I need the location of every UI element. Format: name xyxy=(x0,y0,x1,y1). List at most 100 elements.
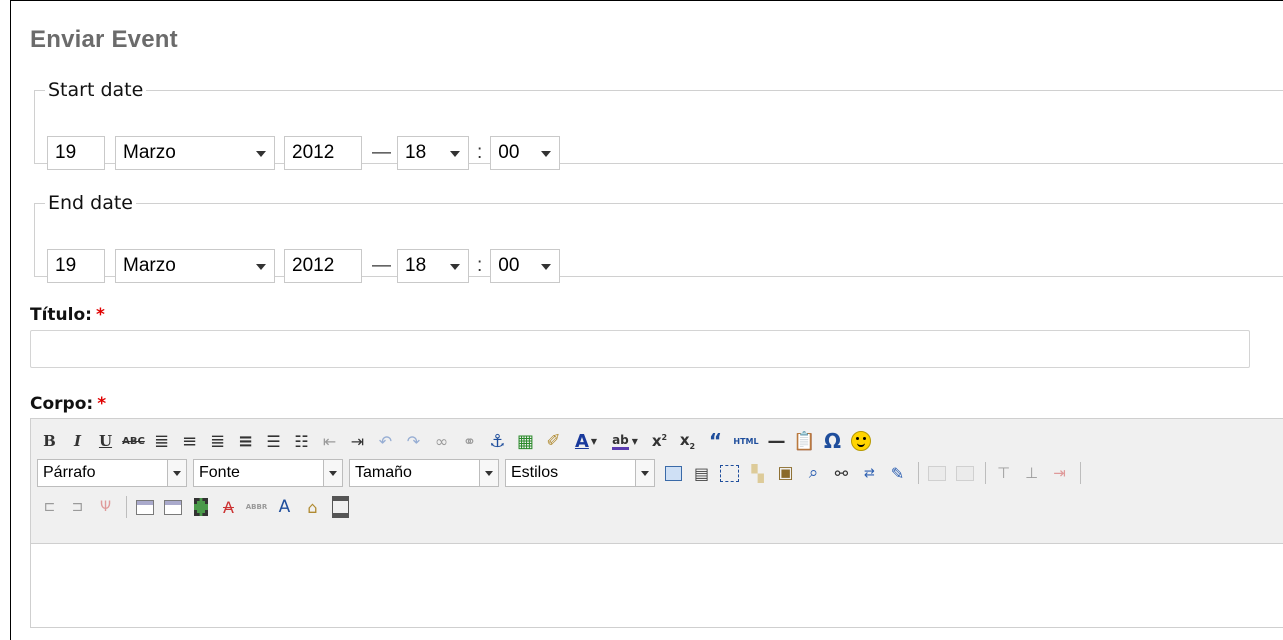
start-time-colon: : xyxy=(477,142,483,163)
start-minute-select[interactable]: 00 xyxy=(490,136,561,170)
unlink-button[interactable]: ⚭ xyxy=(457,429,482,454)
insert-col-after-button[interactable]: ⊐ xyxy=(65,495,90,520)
replace-button[interactable]: ⇄ xyxy=(857,461,882,486)
merge-cells-icon xyxy=(163,499,182,515)
chevron-down-icon xyxy=(635,460,654,486)
chevron-down-icon xyxy=(256,151,266,157)
find-button[interactable]: ⚯ xyxy=(829,461,854,486)
size-select[interactable]: Tamaño xyxy=(349,459,499,487)
horizontal-rule-icon: — xyxy=(767,430,786,452)
end-hour-select[interactable]: 18 xyxy=(397,249,469,283)
editor-content-area[interactable] xyxy=(31,544,1283,624)
delete-row-button[interactable]: ⇥ xyxy=(1047,461,1072,486)
layer-icon xyxy=(665,465,682,481)
insert-layer-button[interactable] xyxy=(661,461,686,486)
html-source-button[interactable]: HTML xyxy=(731,429,761,454)
insert-media-button[interactable] xyxy=(188,495,213,520)
delete-row-icon: ⇥ xyxy=(1053,464,1066,482)
italic-button[interactable]: I xyxy=(65,429,90,454)
table-cell-icon xyxy=(955,465,974,481)
undo-icon: ↶ xyxy=(378,431,393,451)
redo-button[interactable]: ↷ xyxy=(401,429,426,454)
numbered-list-icon: ☷ xyxy=(294,431,309,451)
text-color-button[interactable]: A ▼ xyxy=(569,429,603,454)
start-year-input[interactable]: 2012 xyxy=(284,136,362,170)
toolbar-separator xyxy=(1080,462,1081,484)
link-icon: ∞ xyxy=(434,431,449,451)
image-button[interactable]: ▦ xyxy=(513,429,538,454)
align-justify-button[interactable]: ≡ xyxy=(233,429,258,454)
deleted-text-button[interactable]: A xyxy=(216,495,241,520)
insert-row-after-button[interactable]: ⊥ xyxy=(1019,461,1044,486)
align-justify-icon: ≡ xyxy=(237,430,254,452)
start-month-select[interactable]: Marzo xyxy=(115,136,275,170)
chevron-down-icon xyxy=(256,264,266,270)
insert-date-button[interactable]: ▤ xyxy=(689,461,714,486)
text-color-icon: A xyxy=(574,430,589,452)
table-cell-props-button[interactable] xyxy=(952,461,977,486)
table-icon xyxy=(135,499,154,515)
blockquote-button[interactable]: “ xyxy=(703,429,728,454)
superscript-icon: x2 xyxy=(651,432,668,450)
end-day-input[interactable]: 19 xyxy=(47,249,105,283)
start-day-input[interactable]: 19 xyxy=(47,136,105,170)
paste-text-icon: ▣ xyxy=(777,463,794,483)
horizontal-rule-button[interactable]: — xyxy=(764,429,789,454)
align-left-icon: ≣ xyxy=(153,430,170,452)
end-month-select[interactable]: Marzo xyxy=(115,249,275,283)
underline-button[interactable]: U xyxy=(93,429,118,454)
subscript-button[interactable]: x2 xyxy=(675,429,700,454)
styles-select[interactable]: Estilos xyxy=(505,459,655,487)
clipboard-icon: 📋 xyxy=(793,430,816,452)
paste-word-button[interactable]: 📋 xyxy=(792,429,817,454)
binoculars-icon: ⚯ xyxy=(834,463,849,483)
format-select[interactable]: Párrafo xyxy=(37,459,187,487)
strikethrough-button[interactable]: ABC xyxy=(121,429,146,454)
special-char-button[interactable]: Ω xyxy=(820,429,845,454)
insert-table-button[interactable] xyxy=(132,495,157,520)
cleanup-button[interactable]: ✐ xyxy=(541,429,566,454)
start-hour-select[interactable]: 18 xyxy=(397,136,469,170)
visual-aid-button[interactable] xyxy=(717,461,742,486)
end-year-input[interactable]: 2012 xyxy=(284,249,362,283)
table-row-props-button[interactable] xyxy=(924,461,949,486)
toolbar-separator xyxy=(918,462,919,484)
move-backward-button[interactable]: ▚ xyxy=(745,461,770,486)
title-input[interactable] xyxy=(30,330,1250,368)
abbreviation-button[interactable]: ABBR xyxy=(244,495,269,520)
attributes-button[interactable]: ⌂ xyxy=(300,495,325,520)
highlight-color-button[interactable]: ab ▼ xyxy=(606,429,644,454)
end-minute-select[interactable]: 00 xyxy=(490,249,561,283)
insert-row-before-button[interactable]: ⊤ xyxy=(991,461,1016,486)
insert-col-before-button[interactable]: ⊏ xyxy=(37,495,62,520)
image-icon: ▦ xyxy=(516,430,534,452)
emoticon-button[interactable] xyxy=(848,429,873,454)
edit-button[interactable]: ✎ xyxy=(885,461,910,486)
bold-button[interactable]: B xyxy=(37,429,62,454)
undo-button[interactable]: ↶ xyxy=(373,429,398,454)
start-date-legend: Start date xyxy=(48,79,144,101)
align-left-button[interactable]: ≣ xyxy=(149,429,174,454)
align-right-button[interactable]: ≣ xyxy=(205,429,230,454)
end-month-value: Marzo xyxy=(123,255,176,276)
omega-icon: Ω xyxy=(823,429,841,453)
align-center-button[interactable]: ≡ xyxy=(177,429,202,454)
delete-col-button[interactable]: Ψ xyxy=(93,495,118,520)
page-break-button[interactable] xyxy=(328,495,353,520)
outdent-button[interactable]: ⇤ xyxy=(317,429,342,454)
end-time-colon: : xyxy=(477,255,483,276)
numbered-list-button[interactable]: ☷ xyxy=(289,429,314,454)
anchor-button[interactable]: ⚓ xyxy=(485,429,510,454)
superscript-button[interactable]: x2 xyxy=(647,429,672,454)
insert-row-after-icon: ⊥ xyxy=(1024,464,1039,482)
strikethrough-icon: ABC xyxy=(122,435,145,447)
paste-text-button[interactable]: ▣ xyxy=(773,461,798,486)
acronym-button[interactable]: A xyxy=(272,495,297,520)
bullet-list-button[interactable]: ☰ xyxy=(261,429,286,454)
font-select[interactable]: Fonte xyxy=(193,459,343,487)
merge-cells-button[interactable] xyxy=(160,495,185,520)
calendar-icon: ▤ xyxy=(693,463,710,483)
preview-button[interactable]: ⌕ xyxy=(801,461,826,486)
link-button[interactable]: ∞ xyxy=(429,429,454,454)
indent-button[interactable]: ⇥ xyxy=(345,429,370,454)
